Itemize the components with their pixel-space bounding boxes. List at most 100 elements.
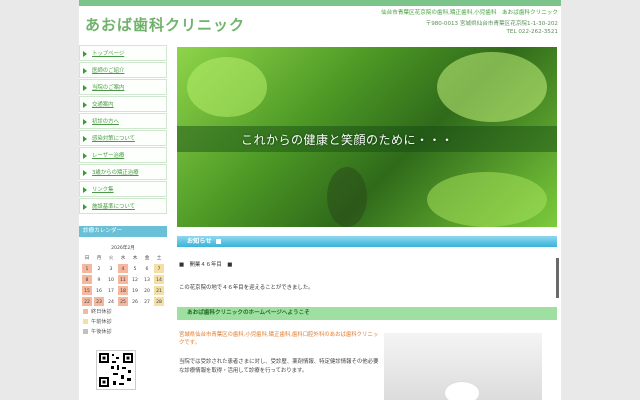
calendar-day: 3 bbox=[105, 263, 117, 274]
legend-closed: 終日休診 bbox=[83, 308, 112, 315]
calendar-day: 5 bbox=[129, 263, 141, 274]
sidebar-item-label: レーザー治療 bbox=[92, 153, 125, 159]
calendar-day: 21 bbox=[153, 285, 165, 296]
news-item-body: この花京院の地で４６年目を迎えることができました。 bbox=[179, 285, 314, 291]
calendar-day: 14 bbox=[153, 274, 165, 285]
header-address: 〒980-0013 宮城県仙台市青葉区花京院1-1-30-202 bbox=[425, 21, 558, 27]
calendar-day: 19 bbox=[129, 285, 141, 296]
calendar-day: 9 bbox=[93, 274, 105, 285]
calendar-day: 18 bbox=[117, 285, 129, 296]
calendar-weekday-row: 日月火水木金土 bbox=[81, 252, 165, 263]
calendar-day: 16 bbox=[93, 285, 105, 296]
hero-caption: これからの健康と笑顔のために・・・ bbox=[241, 133, 454, 147]
sidebar-item[interactable]: リンク集 bbox=[79, 181, 167, 197]
calendar-week-row: 15 16 17 18 19 20 21 bbox=[81, 285, 165, 296]
calendar-day: 22 bbox=[81, 296, 93, 307]
calendar-header: 診療カレンダー bbox=[79, 226, 167, 237]
calendar-week-row: 8 9 10 11 12 13 14 bbox=[81, 274, 165, 285]
calendar-weekday: 月 bbox=[93, 252, 105, 263]
sidebar-item-label: トップページ bbox=[92, 51, 125, 57]
sidebar-item[interactable]: 当院のご案内 bbox=[79, 79, 167, 95]
calendar-weekday: 日 bbox=[81, 252, 93, 263]
hero-foliage bbox=[187, 57, 267, 117]
triangle-bullet-icon bbox=[83, 153, 87, 159]
triangle-bullet-icon bbox=[83, 136, 87, 142]
calendar-day: 13 bbox=[141, 274, 153, 285]
calendar-day: 8 bbox=[81, 274, 93, 285]
sidebar-item[interactable]: レーザー治療 bbox=[79, 147, 167, 163]
hero-foliage bbox=[437, 52, 547, 122]
sidebar-item[interactable]: 医師のご紹介 bbox=[79, 62, 167, 78]
triangle-bullet-icon bbox=[83, 102, 87, 108]
triangle-bullet-icon bbox=[83, 119, 87, 125]
calendar-week-row: 1234567 bbox=[81, 263, 165, 274]
triangle-bullet-icon bbox=[83, 204, 87, 210]
sidebar-item-label: 交通案内 bbox=[92, 102, 114, 108]
welcome-body: 当院では受診された患者さまに対し、受診歴、薬剤情報、特定健診情報その他必要な診療… bbox=[179, 359, 379, 374]
calendar-day: 25 bbox=[117, 296, 129, 307]
sidebar-item-label: リンク集 bbox=[92, 187, 114, 193]
qr-code bbox=[96, 350, 136, 390]
calendar-day: 2 bbox=[93, 263, 105, 274]
calendar-month: 2026年2月 bbox=[111, 246, 135, 251]
page: あおば歯科クリニック 仙台市青葉区花京院の歯科,矯正歯科,小児歯科 あおば歯科ク… bbox=[79, 0, 561, 400]
header-tagline: 仙台市青葉区花京院の歯科,矯正歯科,小児歯科 あおば歯科クリニック bbox=[381, 10, 558, 16]
calendar-day: 28 bbox=[153, 296, 165, 307]
calendar-day: 11 bbox=[117, 274, 129, 285]
flower-icon bbox=[444, 381, 480, 400]
hero-trunk bbox=[327, 167, 367, 227]
triangle-bullet-icon bbox=[83, 68, 87, 74]
welcome-header: あおば歯科クリニックのホームページへようこそ bbox=[177, 307, 557, 320]
calendar-day: 12 bbox=[129, 274, 141, 285]
calendar-day: 17 bbox=[105, 285, 117, 296]
sidebar-item-label: 初診の方へ bbox=[92, 119, 119, 125]
calendar-weekday: 土 bbox=[153, 252, 165, 263]
calendar-day: 20 bbox=[141, 285, 153, 296]
calendar-day: 24 bbox=[105, 296, 117, 307]
legend-am-label: 午前休診 bbox=[91, 319, 112, 325]
calendar-day: 27 bbox=[141, 296, 153, 307]
calendar-weekday: 水 bbox=[117, 252, 129, 263]
legend-pm: 午後休診 bbox=[83, 328, 112, 335]
top-accent-bar bbox=[79, 0, 561, 6]
calendar-day: 7 bbox=[153, 263, 165, 274]
sidebar-item-label: 3歳からの矯正治療 bbox=[92, 170, 139, 176]
calendar-weekday: 木 bbox=[129, 252, 141, 263]
welcome-title: 宮城県仙台市青葉区の歯科,小児歯科,矯正歯科,歯科口腔外科のあおば歯科クリニック… bbox=[179, 332, 379, 346]
calendar-day: 26 bbox=[129, 296, 141, 307]
sidebar-item[interactable]: 施設基準について bbox=[79, 198, 167, 214]
calendar-day: 1 bbox=[81, 263, 93, 274]
news-item-title: ■ 開業４６年目 ■ bbox=[179, 262, 233, 268]
news-scrollbar[interactable] bbox=[556, 258, 559, 298]
square-icon bbox=[215, 238, 221, 244]
header-tel: TEL 022-262-3521 bbox=[506, 29, 558, 35]
calendar-weekday: 火 bbox=[105, 252, 117, 263]
sidebar-item[interactable]: 3歳からの矯正治療 bbox=[79, 164, 167, 180]
calendar-day: 23 bbox=[93, 296, 105, 307]
site-logo[interactable]: あおば歯科クリニック bbox=[85, 14, 245, 35]
sidebar-item[interactable]: 交通案内 bbox=[79, 96, 167, 112]
legend-closed-swatch bbox=[83, 309, 88, 314]
sidebar-item-label: 医師のご紹介 bbox=[92, 68, 125, 74]
legend-am-swatch bbox=[83, 319, 88, 324]
triangle-bullet-icon bbox=[83, 85, 87, 91]
calendar-week-row: 22 23 24 25 26 27 28 bbox=[81, 296, 165, 307]
triangle-bullet-icon bbox=[83, 170, 87, 176]
flower-photo bbox=[384, 333, 542, 400]
sidebar-item[interactable]: 感染対策について bbox=[79, 130, 167, 146]
calendar-grid: 日月火水木金土 1 2 3 4 5 6 7 8 9 10 11 12 13 14 15 16 17 18 19 20 21… bbox=[81, 252, 165, 307]
triangle-bullet-icon bbox=[83, 51, 87, 57]
sidebar-item-label: 施設基準について bbox=[92, 204, 135, 210]
legend-closed-label: 終日休診 bbox=[91, 309, 112, 315]
legend-pm-label: 午後休診 bbox=[91, 329, 112, 335]
calendar-day: 10 bbox=[105, 274, 117, 285]
news-header: お知らせ bbox=[177, 236, 557, 247]
legend-pm-swatch bbox=[83, 329, 88, 334]
sidebar-item-label: 当院のご案内 bbox=[92, 85, 125, 91]
sidebar-item[interactable]: トップページ bbox=[79, 45, 167, 61]
news-header-label: お知らせ bbox=[187, 238, 212, 245]
calendar-day: 4 bbox=[117, 263, 129, 274]
calendar-weekday: 金 bbox=[141, 252, 153, 263]
hero-foliage bbox=[427, 172, 547, 227]
sidebar-item[interactable]: 初診の方へ bbox=[79, 113, 167, 129]
